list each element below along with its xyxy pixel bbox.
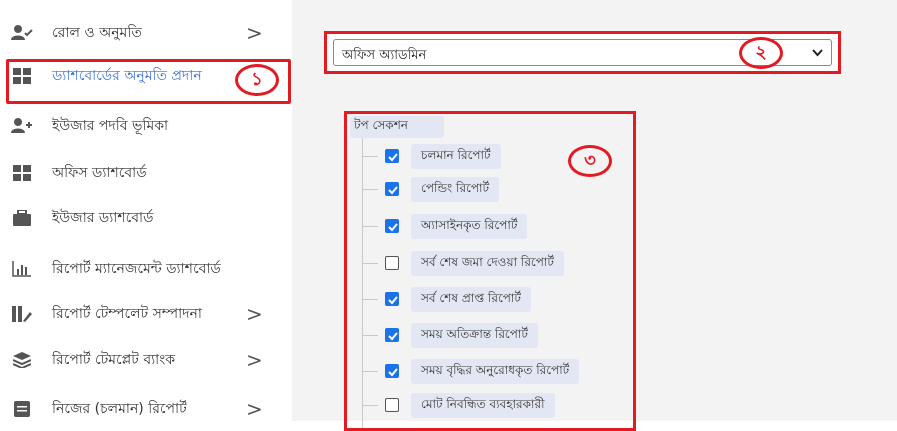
tree-item: সর্ব শেষ প্রাপ্ত রিপোর্ট <box>362 285 632 315</box>
sidebar: রোল ও অনুমতি > ড্যাশবোর্ডের অনুমতি প্রদা… <box>0 0 292 421</box>
sidebar-item-office-dashboard[interactable]: অফিস ড্যাশবোর্ড <box>0 153 292 193</box>
tree-item: সময় অতিক্রান্ত রিপোর্ট <box>362 321 632 351</box>
checkbox-checked[interactable] <box>385 182 399 196</box>
chevron-right-icon: > <box>246 397 263 421</box>
checkbox-checked[interactable] <box>385 149 399 163</box>
tree-item: সময় বৃদ্ধির অনুরোধকৃত রিপোর্ট <box>362 357 632 387</box>
sidebar-item-label: রিপোর্ট টেমপ্লেট ব্যাংক <box>52 352 176 368</box>
tree-item-label: চলমান রিপোর্ট <box>411 144 501 169</box>
chevron-right-icon: > <box>246 21 263 45</box>
tree-item-label: সময় বৃদ্ধির অনুরোধকৃত রিপোর্ট <box>411 359 580 384</box>
tree-item-label: সর্ব শেষ প্রাপ্ত রিপোর্ট <box>411 287 531 312</box>
tree-connector <box>362 405 378 406</box>
tree-connector <box>362 371 378 372</box>
layers-icon <box>10 350 34 370</box>
tree-connector <box>362 299 378 300</box>
dashboard-grid-icon <box>10 163 34 183</box>
checkbox-checked[interactable] <box>385 328 399 342</box>
tree-item: চলমান রিপোর্ট <box>362 142 632 172</box>
template-edit-icon <box>10 304 34 324</box>
sidebar-item-label: ইউজার পদবি ভূমিকা <box>52 118 169 134</box>
tree-item-label: পেন্ডিং রিপোর্ট <box>411 177 500 202</box>
tree-connector <box>362 263 378 264</box>
tree-item-label: মোট নিবন্ধিত ব্যবহারকারী <box>411 393 555 418</box>
sidebar-item-report-management-dashboard[interactable]: রিপোর্ট ম্যানেজমেন্ট ড্যাশবোর্ড <box>0 249 292 289</box>
chevron-right-icon: > <box>246 302 263 326</box>
annotation-marker-2: ২ <box>739 37 783 69</box>
sidebar-item-label: ইউজার ড্যাশবোর্ড <box>52 210 154 226</box>
tree-item: সর্ব শেষ জমা দেওয়া রিপোর্ট <box>362 249 632 279</box>
sidebar-item-label: অফিস ড্যাশবোর্ড <box>52 165 147 181</box>
sidebar-item-label: নিজের (চলমান) রিপোর্ট <box>52 401 187 417</box>
checkbox-checked[interactable] <box>385 292 399 306</box>
tree-item-label: অ্যাসাইনকৃত রিপোর্ট <box>411 214 528 239</box>
tree-connector <box>362 156 378 157</box>
sidebar-item-label: রিপোর্ট টেম্পলেট সম্পাদনা <box>52 306 202 322</box>
checkbox-unchecked[interactable] <box>385 256 399 270</box>
select-value: অফিস অ্যাডমিন <box>342 48 427 63</box>
tree-item: মোট নিবন্ধিত ব্যবহারকারী <box>362 391 632 421</box>
sidebar-item-own-reports[interactable]: নিজের (চলমান) রিপোর্ট > <box>0 389 292 429</box>
chevron-down-icon <box>812 46 823 60</box>
tree-item-label: সর্ব শেষ জমা দেওয়া রিপোর্ট <box>411 251 564 276</box>
sidebar-item-report-template-bank[interactable]: রিপোর্ট টেমপ্লেট ব্যাংক > <box>0 340 292 380</box>
briefcase-icon <box>10 208 34 228</box>
tree-connector <box>362 226 378 227</box>
report-icon <box>10 399 34 419</box>
sidebar-item-user-dashboard[interactable]: ইউজার ড্যাশবোর্ড <box>0 198 292 238</box>
sidebar-item-roles-permissions[interactable]: রোল ও অনুমতি > <box>0 13 292 53</box>
sidebar-item-label: রোল ও অনুমতি <box>52 25 142 41</box>
tree-connector <box>362 335 378 336</box>
tree-item-label: সময় অতিক্রান্ত রিপোর্ট <box>411 323 538 348</box>
user-check-icon <box>10 23 34 43</box>
sidebar-item-report-template-edit[interactable]: রিপোর্ট টেম্পলেট সম্পাদনা > <box>0 294 292 334</box>
checkbox-unchecked[interactable] <box>385 398 399 412</box>
chevron-right-icon: > <box>246 348 263 372</box>
annotation-marker-1: ১ <box>235 64 279 96</box>
checkbox-checked[interactable] <box>385 364 399 378</box>
sidebar-item-label: রিপোর্ট ম্যানেজমেন্ট ড্যাশবোর্ড <box>52 261 221 277</box>
checkbox-checked[interactable] <box>385 219 399 233</box>
tree-item: অ্যাসাইনকৃত রিপোর্ট <box>362 212 632 242</box>
tree-connector <box>362 189 378 190</box>
tree-item: পেন্ডিং রিপোর্ট <box>362 175 632 205</box>
user-add-icon <box>10 116 34 136</box>
tree-section-title: টপ সেকশন <box>350 116 444 138</box>
bar-chart-icon <box>10 259 34 279</box>
sidebar-item-user-designation-role[interactable]: ইউজার পদবি ভূমিকা <box>0 106 292 146</box>
